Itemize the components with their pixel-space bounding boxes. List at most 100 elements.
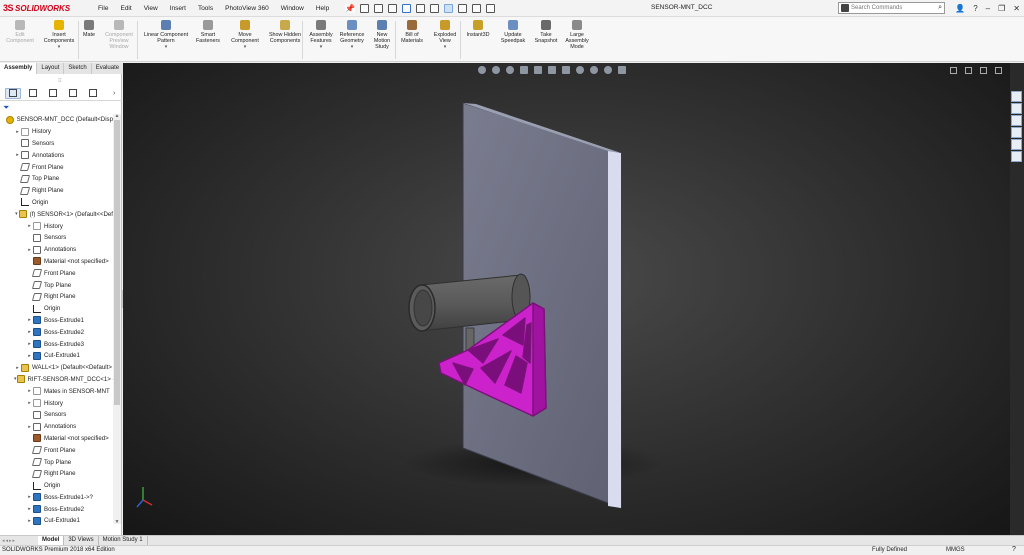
tab-sketch[interactable]: Sketch [64,63,92,74]
move-component-button[interactable]: Move Component ▾ [226,20,264,50]
save-icon[interactable] [402,3,412,13]
linear-component-pattern-button[interactable]: Linear Component Pattern ▾ [140,20,192,50]
chevron-down-icon[interactable]: ▾ [351,44,354,50]
tree-item[interactable]: ▸ Annotations [0,149,113,161]
take-snapshot-button[interactable]: Take Snapshot [532,20,560,44]
solidworks-resources-icon[interactable] [1011,91,1022,102]
tree-item[interactable]: ▸ Annotations [0,421,113,433]
expand-arrow-icon[interactable]: ▸ [14,129,21,135]
tree-item[interactable]: Front Plane [0,161,113,173]
chevron-down-icon[interactable]: ▾ [444,44,447,50]
tab-nav-arrows-icon[interactable]: ◂◂▸▸ [0,538,38,544]
expand-arrow-icon[interactable]: ▸ [26,317,33,323]
tree-item[interactable]: Right Plane [0,185,113,197]
large-assembly-mode-button[interactable]: Large Assembly Mode [562,20,592,50]
tree-item[interactable]: Material <not specified> [0,433,113,445]
tree-item[interactable]: ▸ Annotations [0,244,113,256]
tree-item[interactable]: ▸ Mates in SENSOR-MNT [0,385,113,397]
feature-manager-tab-icon[interactable] [5,87,21,99]
tab-evaluate[interactable]: Evaluate [91,63,125,74]
search-commands-box[interactable]: Search Commands ⌕ [838,2,945,14]
new-document-icon[interactable] [374,3,384,13]
scroll-thumb[interactable] [114,120,120,405]
tree-item[interactable]: Origin [0,303,113,315]
scroll-up-icon[interactable]: ▲ [113,113,121,119]
property-manager-tab-icon[interactable] [25,88,41,99]
mate-button[interactable]: Mate [80,20,98,38]
menu-insert[interactable]: Insert [164,5,192,12]
user-icon[interactable]: 👤 [955,4,965,13]
minimize-button[interactable]: – [986,4,990,13]
new-motion-study-button[interactable]: New Motion Study [369,20,395,50]
units-selector[interactable]: MMGS [946,547,965,553]
edit-component-button[interactable]: Edit Component [2,20,38,44]
tree-item[interactable]: Sensors [0,138,113,150]
expand-arrow-icon[interactable]: ▸ [14,365,21,371]
print-icon[interactable] [416,3,426,13]
tree-item[interactable]: ▸ Cut-Extrude1 [0,515,113,527]
component-preview-window-button[interactable]: Component Preview Window [100,20,138,50]
menu-window[interactable]: Window [275,5,310,12]
home-icon[interactable] [360,3,370,13]
tree-scrollbar[interactable]: ▲ ▼ [113,113,121,525]
tree-item[interactable]: ▸ Boss-Extrude1->? [0,492,113,504]
menu-tools[interactable]: Tools [192,5,219,12]
chevron-down-icon[interactable]: ▾ [58,44,61,50]
expand-arrow-icon[interactable]: ▸ [26,329,33,335]
tree-item[interactable]: Right Plane [0,468,113,480]
menu-photoview-360[interactable]: PhotoView 360 [219,5,275,12]
update-speedpak-button[interactable]: Update Speedpak [497,20,529,44]
search-icon[interactable]: ⌕ [938,4,942,12]
bill-of-materials-button[interactable]: Bill of Materials [398,20,426,44]
menu-file[interactable]: File [92,5,114,12]
expand-arrow-icon[interactable]: ▸ [26,506,33,512]
expand-arrow-icon[interactable]: ▸ [26,223,33,229]
graphics-viewport[interactable] [123,63,1010,535]
search-scope-icon[interactable] [841,4,849,12]
tree-item[interactable]: Top Plane [0,456,113,468]
tree-item[interactable]: Sensors [0,232,113,244]
select-pointer-icon[interactable] [444,3,454,13]
open-icon[interactable] [388,3,398,13]
bottom-tab-3d-views[interactable]: 3D Views [64,536,99,545]
filter-icon[interactable]: ⏷ [3,103,9,113]
expand-arrow-icon[interactable]: ▸ [26,518,33,524]
undo-icon[interactable] [430,3,440,13]
dimxpert-manager-tab-icon[interactable] [65,88,81,99]
solidworks-logo[interactable]: 3S SOLIDWORKS [0,3,92,13]
reference-geometry-button[interactable]: Reference Geometry ▾ [338,20,366,50]
assembly-features-button[interactable]: Assembly Features ▾ [306,20,336,50]
chevron-down-icon[interactable]: ▾ [320,44,323,50]
show-hidden-components-button[interactable]: Show Hidden Components [267,20,303,44]
chevron-down-icon[interactable]: ▾ [244,44,247,50]
expand-arrow-icon[interactable]: ▸ [26,424,33,430]
tree-item[interactable]: SENSOR-MNT_DCC (Default<Disp [0,114,113,126]
expand-arrow-icon[interactable]: ▾ [14,211,19,217]
chevron-down-icon[interactable]: ▾ [165,44,168,50]
help-button[interactable]: ? [973,4,977,13]
tree-item[interactable]: ▸ Boss-Extrude2 [0,503,113,515]
tree-item[interactable]: Material <not specified> [0,256,113,268]
expand-arrow-icon[interactable]: ▸ [14,152,21,158]
file-explorer-icon[interactable] [1011,115,1022,126]
smart-fasteners-button[interactable]: Smart Fasteners [194,20,222,44]
restore-button[interactable]: ❐ [998,4,1005,13]
tree-item[interactable]: ▸ Boss-Extrude2 [0,326,113,338]
tree-item[interactable]: Right Plane [0,291,113,303]
exploded-view-button[interactable]: Exploded View ▾ [430,20,460,50]
tree-item[interactable]: Sensors [0,409,113,421]
instant3d-button[interactable]: Instant3D [463,20,493,38]
scroll-down-icon[interactable]: ▼ [113,519,121,525]
tree-item[interactable]: ▾ (f) SENSOR<1> (Default<<Def [0,208,113,220]
menu-help[interactable]: Help [310,5,335,12]
options-gear-icon[interactable] [486,3,496,13]
tree-item[interactable]: Front Plane [0,444,113,456]
tree-item[interactable]: ▾ RIFT-SENSOR-MNT_DCC<1> - [0,374,113,386]
tree-item[interactable]: ▸ WALL<1> (Default<<Default> [0,362,113,374]
close-button[interactable]: ✕ [1013,4,1020,13]
view-palette-icon[interactable] [1011,127,1022,138]
panel-grip[interactable]: ⁝⁝ [58,77,62,84]
model-render[interactable] [123,63,1010,535]
tree-item[interactable]: Top Plane [0,279,113,291]
tab-assembly[interactable]: Assembly [0,63,38,74]
